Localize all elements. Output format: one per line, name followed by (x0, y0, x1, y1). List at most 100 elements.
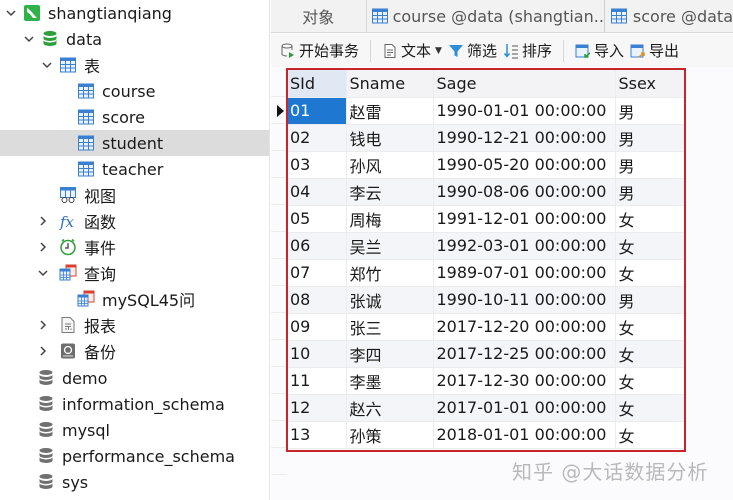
tree-database-mysql[interactable]: mysql (0, 417, 269, 443)
export-button[interactable]: 导出 (627, 37, 682, 65)
table-row[interactable]: 03 孙风 1990-05-20 00:00:00 男 (287, 151, 686, 179)
cell-sid[interactable]: 05 (287, 205, 347, 233)
cell-ssex[interactable]: 女 (615, 421, 686, 449)
tree-database-demo[interactable]: demo (0, 365, 269, 391)
cell-sname[interactable]: 孙策 (346, 421, 434, 449)
cell-ssex[interactable]: 男 (615, 178, 686, 206)
cell-ssex[interactable]: 女 (615, 259, 686, 287)
row-header[interactable] (271, 421, 287, 448)
cell-sage[interactable]: 2018-01-01 00:00:00 (433, 421, 616, 449)
cell-sname[interactable]: 李四 (346, 340, 434, 368)
column-header-sid[interactable]: SId (287, 70, 347, 98)
row-header[interactable] (271, 313, 287, 340)
table-row[interactable]: 04 李云 1990-08-06 00:00:00 男 (287, 178, 686, 206)
cell-sage[interactable]: 1991-12-01 00:00:00 (433, 205, 616, 233)
cell-sname[interactable]: 李墨 (346, 367, 434, 395)
cell-sid[interactable]: 13 (287, 421, 347, 449)
tree-query-mysql45[interactable]: mySQL45问 (0, 286, 269, 312)
tree-views[interactable]: 视图 (0, 182, 269, 208)
cell-ssex[interactable]: 男 (615, 286, 686, 314)
table-row[interactable]: 10 李四 2017-12-25 00:00:00 女 (287, 340, 686, 368)
cell-ssex[interactable]: 女 (615, 394, 686, 422)
cell-sid[interactable]: 12 (287, 394, 347, 422)
table-row[interactable]: 09 张三 2017-12-20 00:00:00 女 (287, 313, 686, 341)
cell-sage[interactable]: 1990-08-06 00:00:00 (433, 178, 616, 206)
row-header[interactable] (271, 178, 287, 205)
cell-sage[interactable]: 1992-03-01 00:00:00 (433, 232, 616, 260)
tree-database-performance-schema[interactable]: performance_schema (0, 443, 269, 469)
tree-table-teacher[interactable]: teacher (0, 156, 269, 182)
cell-sid[interactable]: 09 (287, 313, 347, 341)
cell-sid[interactable]: 11 (287, 367, 347, 395)
cell-sid[interactable]: 04 (287, 178, 347, 206)
tree-table-student[interactable]: student (0, 130, 269, 156)
table-row[interactable]: 08 张诚 1990-10-11 00:00:00 男 (287, 286, 686, 314)
table-row[interactable]: 07 郑竹 1989-07-01 00:00:00 女 (287, 259, 686, 287)
table-row[interactable]: 13 孙策 2018-01-01 00:00:00 女 (287, 421, 686, 449)
table-row[interactable]: 12 赵六 2017-01-01 00:00:00 女 (287, 394, 686, 422)
chevron-down-icon[interactable] (4, 6, 18, 20)
cell-sname[interactable]: 吴兰 (346, 232, 434, 260)
cell-ssex[interactable]: 男 (615, 124, 686, 152)
tree-reports[interactable]: 报表 (0, 312, 269, 338)
current-row-indicator[interactable] (271, 97, 287, 124)
tree-events[interactable]: 事件 (0, 234, 269, 260)
cell-ssex[interactable]: 女 (615, 232, 686, 260)
cell-sid[interactable]: 02 (287, 124, 347, 152)
cell-sname[interactable]: 周梅 (346, 205, 434, 233)
cell-sname[interactable]: 赵雷 (346, 97, 434, 125)
cell-sage[interactable]: 2017-12-30 00:00:00 (433, 367, 616, 395)
text-view-button[interactable]: 文本 ▼ (379, 37, 445, 65)
cell-sname[interactable]: 张三 (346, 313, 434, 341)
tree-backups[interactable]: 备份 (0, 338, 269, 364)
column-header-ssex[interactable]: Ssex (615, 70, 686, 98)
cell-sid[interactable]: 06 (287, 232, 347, 260)
tree-functions[interactable]: fx 函数 (0, 208, 269, 234)
cell-ssex[interactable]: 女 (615, 205, 686, 233)
cell-sid[interactable]: 08 (287, 286, 347, 314)
cell-sid[interactable]: 01 (287, 97, 347, 125)
cell-sage[interactable]: 1990-01-01 00:00:00 (433, 97, 616, 125)
chevron-right-icon[interactable] (36, 344, 50, 358)
tree-database-data[interactable]: data (0, 26, 269, 52)
row-header[interactable] (271, 367, 287, 394)
cell-sid[interactable]: 07 (287, 259, 347, 287)
cell-sid[interactable]: 03 (287, 151, 347, 179)
row-header[interactable] (271, 394, 287, 421)
row-header[interactable] (271, 286, 287, 313)
tree-table-score[interactable]: score (0, 104, 269, 130)
chevron-down-icon[interactable] (36, 266, 50, 280)
table-row[interactable]: 01 赵雷 1990-01-01 00:00:00 男 (287, 97, 686, 125)
cell-sname[interactable]: 赵六 (346, 394, 434, 422)
tree-database-sys[interactable]: sys (0, 469, 269, 495)
cell-sage[interactable]: 2017-12-20 00:00:00 (433, 313, 616, 341)
cell-sage[interactable]: 1990-05-20 00:00:00 (433, 151, 616, 179)
tree-table-course[interactable]: course (0, 78, 269, 104)
table-row[interactable]: 11 李墨 2017-12-30 00:00:00 女 (287, 367, 686, 395)
tree-queries[interactable]: 查询 (0, 260, 269, 286)
row-header[interactable] (271, 124, 287, 151)
cell-sname[interactable]: 张诚 (346, 286, 434, 314)
tree-database-information-schema[interactable]: information_schema (0, 391, 269, 417)
tab-objects[interactable]: 对象 (271, 0, 367, 33)
row-header[interactable] (271, 340, 287, 367)
cell-sname[interactable]: 钱电 (346, 124, 434, 152)
tab-course[interactable]: course @data (shangtian... (367, 0, 606, 33)
sort-button[interactable]: 排序 (500, 37, 555, 65)
cell-sage[interactable]: 2017-12-25 00:00:00 (433, 340, 616, 368)
chevron-down-icon[interactable] (22, 32, 36, 46)
tab-score[interactable]: score @data (605, 0, 733, 33)
row-header[interactable] (271, 151, 287, 178)
column-header-sname[interactable]: Sname (346, 70, 434, 98)
chevron-right-icon[interactable] (36, 214, 50, 228)
cell-ssex[interactable]: 男 (615, 151, 686, 179)
row-header[interactable] (271, 232, 287, 259)
cell-sname[interactable]: 郑竹 (346, 259, 434, 287)
caret-down-icon[interactable]: ▼ (435, 46, 442, 56)
cell-ssex[interactable]: 女 (615, 340, 686, 368)
filter-button[interactable]: 筛选 (445, 37, 500, 65)
row-header[interactable] (271, 259, 287, 286)
row-header[interactable] (271, 448, 287, 475)
cell-ssex[interactable]: 男 (615, 97, 686, 125)
table-row[interactable]: 06 吴兰 1992-03-01 00:00:00 女 (287, 232, 686, 260)
